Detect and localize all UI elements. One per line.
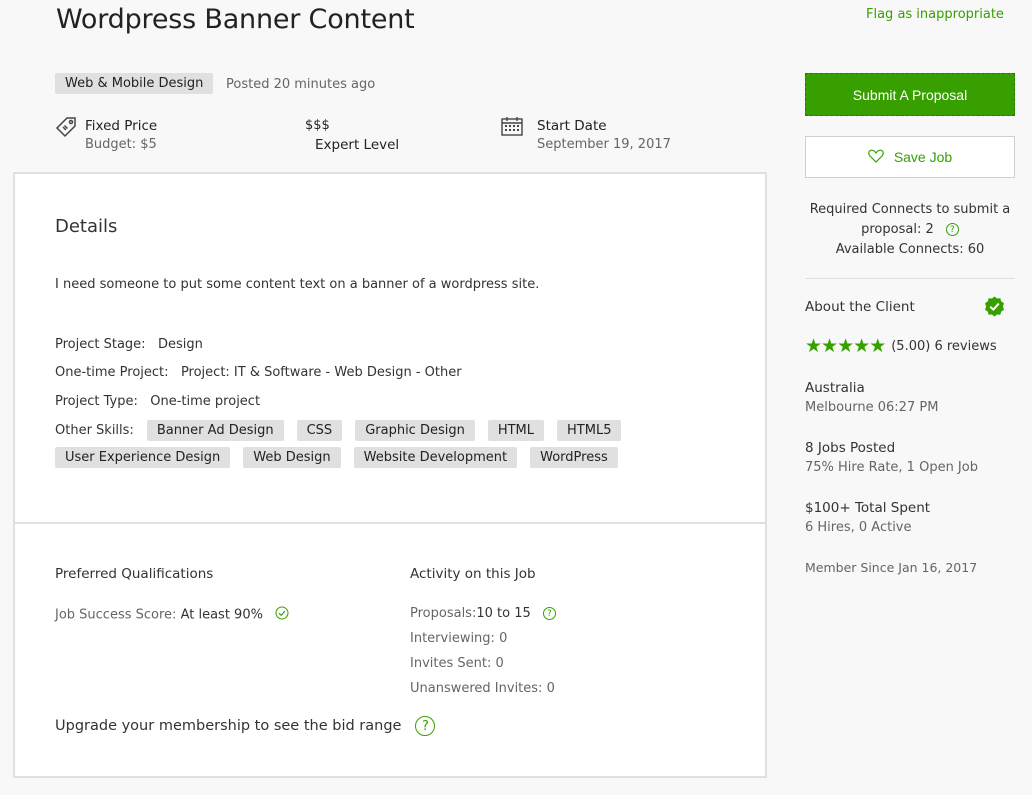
submit-proposal-button[interactable]: Submit A Proposal bbox=[805, 73, 1015, 116]
calendar-icon bbox=[501, 116, 523, 140]
client-hires: 6 Hires, 0 Active bbox=[805, 520, 912, 535]
star-icon: ★ bbox=[805, 335, 822, 357]
client-country: Australia bbox=[805, 380, 865, 396]
project-stage-label: Project Stage: bbox=[55, 337, 146, 352]
start-date: September 19, 2017 bbox=[537, 137, 671, 152]
skills-row-1: Other Skills: Banner Ad Design CSS Graph… bbox=[55, 420, 622, 441]
invites-sent-count: Invites Sent: 0 bbox=[410, 656, 504, 671]
experience-level: Expert Level bbox=[315, 137, 400, 153]
preferred-qualifications-heading: Preferred Qualifications bbox=[55, 566, 214, 582]
help-icon[interactable]: ? bbox=[945, 223, 959, 236]
job-details-card: Details I need someone to put some conte… bbox=[13, 172, 767, 778]
help-icon[interactable]: ? bbox=[415, 716, 436, 736]
proposals-count: Proposals:10 to 15 ? bbox=[410, 606, 556, 621]
unanswered-invites-count: Unanswered Invites: 0 bbox=[410, 681, 555, 696]
job-success-score: Job Success Score: At least 90% bbox=[55, 606, 289, 624]
level-symbol: $$$ bbox=[305, 118, 330, 133]
project-type-value: One-time project bbox=[150, 394, 261, 409]
connects-required-line1: Required Connects to submit a bbox=[809, 202, 1011, 217]
star-icon: ★ bbox=[837, 335, 854, 357]
client-total-spent: $100+ Total Spent bbox=[805, 500, 931, 516]
about-client-label: About the Client bbox=[805, 299, 915, 315]
details-heading: Details bbox=[55, 216, 118, 237]
skills-label: Other Skills: bbox=[55, 423, 134, 438]
client-city-time: Melbourne 06:27 PM bbox=[805, 400, 939, 415]
jss-value: At least 90% bbox=[180, 607, 263, 623]
proposals-value: 10 to 15 bbox=[476, 606, 531, 621]
skill-tag[interactable]: Web Design bbox=[243, 447, 341, 468]
upgrade-text: Upgrade your membership to see the bid r… bbox=[55, 718, 402, 734]
star-icon: ★ bbox=[869, 335, 886, 357]
client-rating: ★ ★ ★ ★ ★ (5.00) 6 reviews bbox=[805, 335, 997, 357]
start-date-label: Start Date bbox=[537, 118, 607, 134]
project-stage-value: Design bbox=[157, 337, 203, 352]
interviewing-count: Interviewing: 0 bbox=[410, 631, 508, 646]
price-type: Fixed Price bbox=[85, 118, 158, 134]
check-circle-icon bbox=[275, 606, 289, 624]
client-jobs-posted: 8 Jobs Posted bbox=[805, 440, 896, 456]
posted-time: Posted 20 minutes ago bbox=[226, 77, 376, 92]
activity-heading: Activity on this Job bbox=[410, 566, 536, 582]
proposals-label: Proposals: bbox=[410, 606, 477, 621]
heart-icon bbox=[868, 149, 884, 166]
one-time-project: One-time Project: Project: IT & Software… bbox=[55, 365, 462, 380]
help-icon[interactable]: ? bbox=[542, 607, 556, 620]
project-type-label: Project Type: bbox=[55, 394, 138, 409]
one-time-project-value: Project: IT & Software - Web Design - Ot… bbox=[180, 365, 462, 380]
skill-tag[interactable]: HTML5 bbox=[557, 420, 622, 441]
skill-tag[interactable]: CSS bbox=[296, 420, 343, 441]
connects-required-line2: proposal: 2 bbox=[861, 222, 934, 237]
rating-text: (5.00) 6 reviews bbox=[891, 338, 997, 354]
card-divider bbox=[15, 522, 765, 524]
client-member-since: Member Since Jan 16, 2017 bbox=[805, 560, 978, 575]
connects-info: Required Connects to submit a proposal: … bbox=[805, 200, 1015, 260]
skill-tag[interactable]: WordPress bbox=[530, 447, 618, 468]
skill-tag[interactable]: Graphic Design bbox=[355, 420, 475, 441]
save-job-label: Save Job bbox=[893, 149, 953, 165]
job-description: I need someone to put some content text … bbox=[55, 277, 540, 292]
upgrade-membership-notice: Upgrade your membership to see the bid r… bbox=[55, 716, 436, 736]
job-title: Wordpress Banner Content bbox=[56, 4, 415, 35]
one-time-project-label: One-time Project: bbox=[55, 365, 169, 380]
category-tag[interactable]: Web & Mobile Design bbox=[55, 73, 214, 94]
project-type: Project Type: One-time project bbox=[55, 394, 260, 409]
star-icon: ★ bbox=[821, 335, 838, 357]
star-icon: ★ bbox=[853, 335, 870, 357]
skill-tag[interactable]: Banner Ad Design bbox=[146, 420, 284, 441]
project-stage: Project Stage: Design bbox=[55, 337, 203, 352]
budget: Budget: $5 bbox=[85, 137, 157, 152]
price-tag-icon bbox=[55, 116, 77, 142]
client-hire-rate: 75% Hire Rate, 1 Open Job bbox=[805, 460, 978, 475]
skill-tag[interactable]: User Experience Design bbox=[55, 447, 231, 468]
skills-row-2: User Experience Design Web Design Websit… bbox=[55, 447, 618, 468]
sidebar-divider bbox=[805, 278, 1015, 279]
skill-tag[interactable]: HTML bbox=[487, 420, 545, 441]
jss-label: Job Success Score: bbox=[55, 607, 177, 623]
connects-available: Available Connects: 60 bbox=[835, 242, 985, 257]
verified-check-icon bbox=[984, 296, 1005, 321]
skill-tag[interactable]: Website Development bbox=[353, 447, 518, 468]
save-job-button[interactable]: Save Job bbox=[805, 136, 1015, 178]
flag-link[interactable]: Flag as inappropriate bbox=[866, 7, 1004, 22]
